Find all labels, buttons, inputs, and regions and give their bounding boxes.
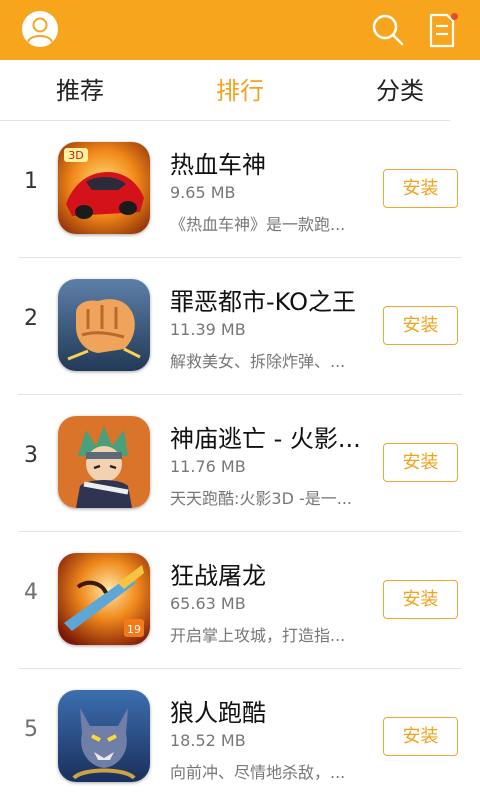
app-description: 解救美女、拆除炸弹、... — [170, 352, 346, 371]
rank-number: 2 — [24, 306, 38, 331]
list-item[interactable]: 5 狼人跑酷 18.52 MB 向前冲、尽情地杀敌，... 安装 — [0, 669, 480, 806]
tab-bar: 推荐 排行 分类 — [0, 60, 480, 120]
install-button[interactable]: 安装 — [383, 169, 458, 208]
tab-category[interactable]: 分类 — [340, 60, 460, 120]
app-title: 罪恶都市-KO之王 — [170, 288, 356, 316]
tab-recommend[interactable]: 推荐 — [20, 60, 140, 120]
search-icon[interactable] — [369, 12, 405, 48]
install-button[interactable]: 安装 — [383, 580, 458, 619]
dragon-sword-app-icon[interactable]: 19 — [58, 553, 150, 645]
top-bar — [0, 0, 480, 60]
app-description: 向前冲、尽情地杀敌，... — [170, 763, 346, 782]
app-description: 开启掌上攻城，打造指... — [170, 626, 346, 645]
list-item[interactable]: 3 神庙逃亡 - 火影... 11.76 MB 天天跑酷:火影3D -是一...… — [0, 395, 480, 532]
list-item[interactable]: 4 19 狂战屠龙 65.63 MB 开启掌上攻城，打造指... 安装 — [0, 532, 480, 669]
app-description: 《热血车神》是一款跑... — [170, 215, 346, 234]
svg-text:3D: 3D — [68, 149, 83, 162]
app-title: 神庙逃亡 - 火影... — [170, 425, 361, 453]
rank-number: 5 — [24, 717, 38, 742]
install-button[interactable]: 安装 — [383, 443, 458, 482]
rank-number: 1 — [24, 169, 38, 194]
app-title: 热血车神 — [170, 151, 266, 179]
werewolf-runner-app-icon[interactable] — [58, 690, 150, 782]
app-size: 9.65 MB — [170, 183, 236, 202]
install-button[interactable]: 安装 — [383, 306, 458, 345]
tab-ranking[interactable]: 排行 — [180, 60, 300, 120]
user-avatar-icon[interactable] — [22, 11, 58, 47]
notification-dot — [451, 13, 458, 20]
rank-number: 3 — [24, 443, 38, 468]
rank-number: 4 — [24, 580, 38, 605]
app-size: 65.63 MB — [170, 594, 246, 613]
app-size: 11.39 MB — [170, 320, 246, 339]
svg-text:19: 19 — [127, 623, 141, 636]
list-item[interactable]: 1 3D 热血车神 9.65 MB 《热血车神》是一款跑... 安装 — [0, 121, 480, 258]
list-item[interactable]: 2 罪恶都市-KO之王 11.39 MB 解救美女、拆除炸弹、... 安装 — [0, 258, 480, 395]
app-ranking-list: 1 3D 热血车神 9.65 MB 《热血车神》是一款跑... 安装 2 罪恶都… — [0, 121, 480, 806]
app-size: 18.52 MB — [170, 731, 246, 750]
app-title: 狂战屠龙 — [170, 562, 266, 590]
install-button[interactable]: 安装 — [383, 717, 458, 756]
app-size: 11.76 MB — [170, 457, 246, 476]
app-title: 狼人跑酷 — [170, 699, 266, 727]
ninja-runner-app-icon[interactable] — [58, 416, 150, 508]
app-description: 天天跑酷:火影3D -是一... — [170, 489, 353, 508]
racing-car-app-icon[interactable]: 3D — [58, 142, 150, 234]
fist-app-icon[interactable] — [58, 279, 150, 371]
